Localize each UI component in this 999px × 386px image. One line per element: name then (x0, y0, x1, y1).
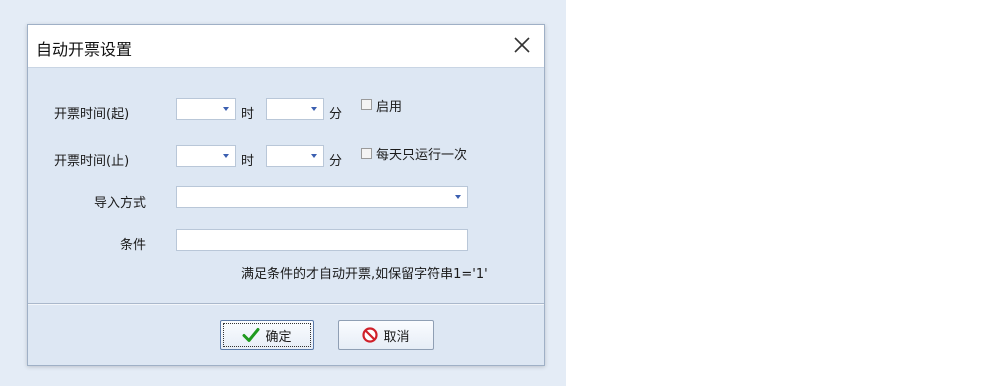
start-time-label: 开票时间(起) (54, 107, 130, 122)
condition-input[interactable] (176, 229, 468, 251)
once-daily-checkbox[interactable] (361, 148, 372, 159)
chevron-down-icon (311, 107, 317, 111)
end-minute-unit: 分 (329, 154, 343, 169)
end-hour-select[interactable] (176, 145, 236, 167)
auto-invoice-settings-dialog: 自动开票设置 开票时间(起) 时 分 启用 开票时间(止) 时 分 每天只运行一… (27, 24, 545, 366)
condition-label: 条件 (119, 238, 146, 253)
ok-button-label: 确定 (265, 329, 292, 345)
cancel-button[interactable]: 取消 (338, 320, 434, 350)
enable-checkbox[interactable] (361, 99, 372, 110)
close-icon (514, 37, 530, 53)
end-minute-select[interactable] (266, 145, 324, 167)
start-hour-select[interactable] (176, 98, 236, 120)
start-minute-select[interactable] (266, 98, 324, 120)
cancel-button-label: 取消 (383, 329, 410, 345)
end-time-label: 开票时间(止) (54, 154, 130, 169)
title-bar: 自动开票设置 (28, 25, 544, 68)
dialog-title: 自动开票设置 (36, 40, 133, 59)
start-minute-unit: 分 (329, 107, 343, 122)
button-separator (28, 303, 544, 305)
end-hour-unit: 时 (241, 154, 255, 169)
enable-label: 启用 (376, 100, 403, 115)
import-method-select[interactable] (176, 186, 468, 208)
start-hour-unit: 时 (241, 107, 255, 122)
check-icon (242, 328, 260, 342)
chevron-down-icon (223, 154, 229, 158)
chevron-down-icon (311, 154, 317, 158)
chevron-down-icon (455, 195, 461, 199)
chevron-down-icon (223, 107, 229, 111)
condition-hint: 满足条件的才自动开票,如保留字符串1='1' (241, 267, 488, 282)
no-entry-icon (362, 327, 379, 343)
close-button[interactable] (510, 33, 534, 57)
once-daily-label: 每天只运行一次 (376, 148, 468, 163)
ok-button[interactable]: 确定 (220, 320, 314, 350)
import-method-label: 导入方式 (93, 196, 146, 211)
